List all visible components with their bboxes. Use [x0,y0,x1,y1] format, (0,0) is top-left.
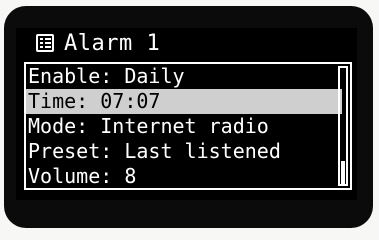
menu-item-preset[interactable]: Preset: Last listened [26,139,342,164]
menu-item-time[interactable]: Time: 07:07 [26,89,342,114]
title-bar: Alarm 1 [16,28,357,62]
scrollbar[interactable] [338,66,348,186]
page-title: Alarm 1 [64,31,161,56]
menu-list: Enable: Daily Time: 07:07 Mode: Internet r… [24,62,352,190]
list-menu-icon [36,34,54,52]
menu-item-enable[interactable]: Enable: Daily [26,64,342,89]
lcd-screen: Alarm 1 Enable: Daily Time: 07:07 Mode: In… [16,28,357,200]
menu-item-mode[interactable]: Mode: Internet radio [26,114,342,139]
menu-item-volume[interactable]: Volume: 8 [26,164,342,189]
scrollbar-thumb[interactable] [341,160,345,184]
menu-items: Enable: Daily Time: 07:07 Mode: Internet r… [26,64,342,189]
